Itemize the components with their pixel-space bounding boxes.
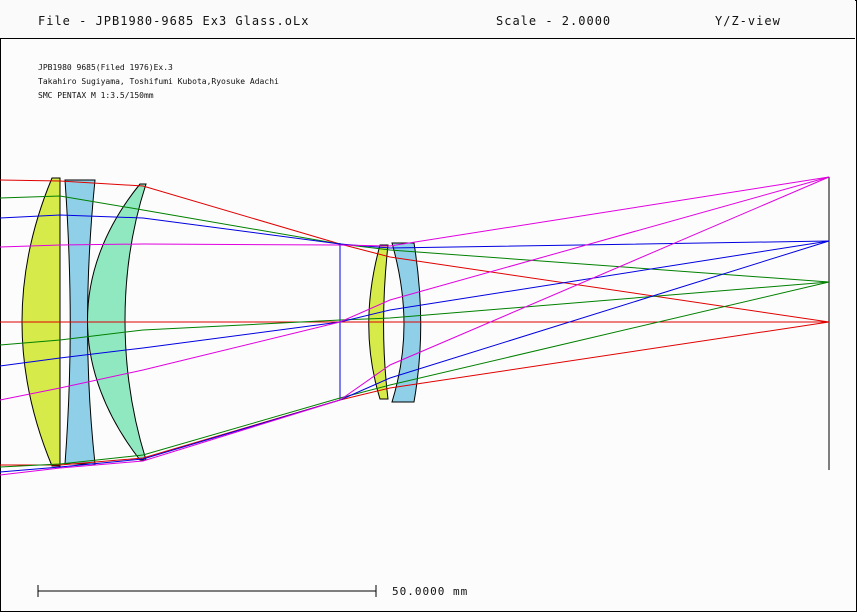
scale-bar-label: 50.0000 mm [392, 585, 469, 598]
optical-diagram [0, 176, 830, 597]
scale-bar [37, 585, 377, 597]
